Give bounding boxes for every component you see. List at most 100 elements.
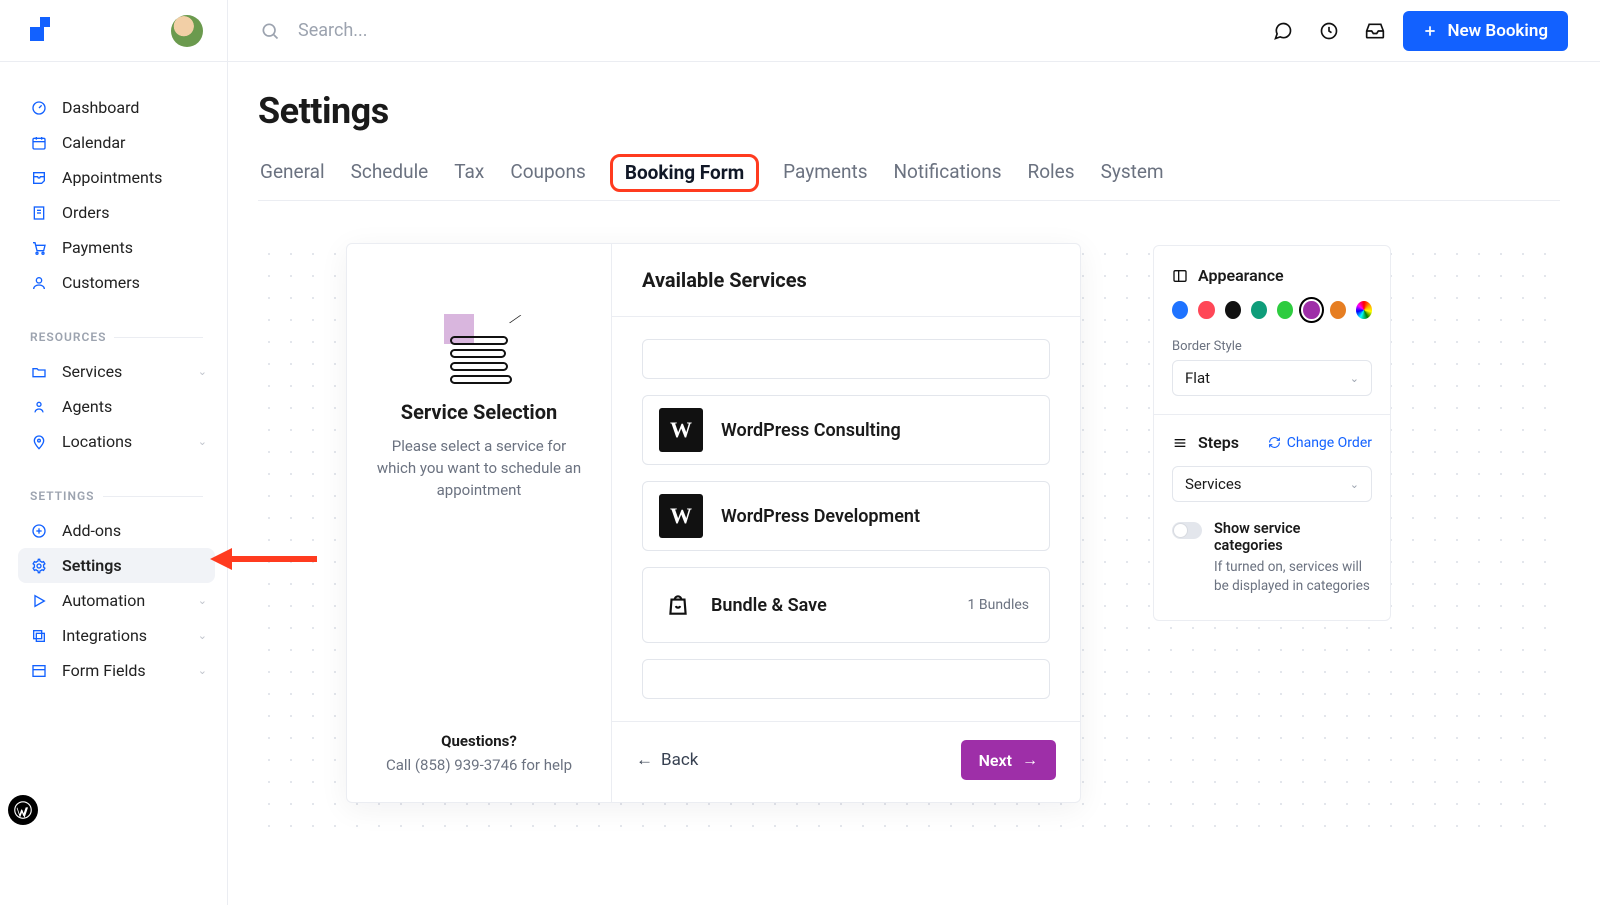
appearance-panel: Appearance Border Style Flat ⌄ Steps [1153, 245, 1391, 621]
sidebar-item-customers[interactable]: Customers [18, 265, 215, 300]
sidebar-item-settings[interactable]: Settings [18, 548, 215, 583]
sidebar-item-payments[interactable]: Payments [18, 230, 215, 265]
layout-icon [30, 662, 48, 680]
folder-icon [30, 363, 48, 381]
sidebar-item-label: Customers [62, 273, 140, 292]
agent-icon [30, 398, 48, 416]
sidebar-item-label: Calendar [62, 133, 125, 152]
receipt-icon [30, 204, 48, 222]
color-swatch[interactable] [1251, 301, 1267, 319]
chevron-down-icon: ⌄ [198, 664, 207, 677]
services-list: W WordPress Consulting W WordPress Devel… [612, 317, 1080, 721]
steps-value: Services [1185, 475, 1242, 493]
back-button[interactable]: ← Back [636, 750, 698, 770]
change-order-link[interactable]: Change Order [1268, 435, 1372, 451]
tab-schedule[interactable]: Schedule [349, 154, 431, 200]
play-icon [30, 592, 48, 610]
wordpress-badge-icon[interactable] [8, 795, 38, 825]
sidebar-item-dashboard[interactable]: Dashboard [18, 90, 215, 125]
booking-form-preview: ⟋ Service Selection Please select a serv… [346, 243, 1081, 803]
border-style-value: Flat [1185, 369, 1210, 387]
bundle-meta: 1 Bundles [968, 597, 1029, 613]
sidebar-item-automation[interactable]: Automation ⌄ [18, 583, 215, 618]
inbox-icon [30, 169, 48, 187]
color-swatch[interactable] [1356, 301, 1372, 319]
arrow-right-icon: → [1022, 750, 1038, 770]
tab-payments[interactable]: Payments [781, 154, 869, 200]
header-left [0, 0, 228, 61]
refresh-icon [1268, 436, 1281, 449]
color-swatch[interactable] [1277, 301, 1293, 319]
color-swatch[interactable] [1198, 301, 1214, 319]
search-icon [260, 21, 280, 41]
sidebar-item-label: Agents [62, 397, 112, 416]
color-swatch[interactable] [1303, 301, 1319, 319]
search-input[interactable] [298, 20, 698, 41]
service-item[interactable]: W WordPress Consulting [642, 395, 1050, 465]
nav-resources: RESOURCES Services ⌄ Agents Locations ⌄ [18, 322, 215, 459]
sidebar-item-calendar[interactable]: Calendar [18, 125, 215, 160]
border-style-select[interactable]: Flat ⌄ [1172, 360, 1372, 396]
chevron-down-icon: ⌄ [198, 365, 207, 378]
sidebar-item-form-fields[interactable]: Form Fields ⌄ [18, 653, 215, 688]
color-swatches [1172, 301, 1372, 319]
card-left-desc: Please select a service for which you wa… [375, 436, 583, 501]
next-button[interactable]: Next → [961, 740, 1056, 780]
show-categories-toggle[interactable] [1172, 522, 1202, 539]
steps-select[interactable]: Services ⌄ [1172, 466, 1372, 502]
tab-coupons[interactable]: Coupons [508, 154, 587, 200]
color-swatch[interactable] [1172, 301, 1188, 319]
gauge-icon [30, 99, 48, 117]
arrow-left-icon: ← [636, 750, 653, 770]
list-icon [1172, 435, 1188, 451]
plus-icon [1423, 24, 1437, 38]
sidebar-item-appointments[interactable]: Appointments [18, 160, 215, 195]
inbox-icon[interactable] [1357, 13, 1393, 49]
tab-general[interactable]: General [258, 154, 327, 200]
card-left: ⟋ Service Selection Please select a serv… [347, 244, 612, 802]
sidebar: Dashboard Calendar Appointments Orders P… [0, 62, 228, 905]
sidebar-item-services[interactable]: Services ⌄ [18, 354, 215, 389]
clock-icon[interactable] [1311, 13, 1347, 49]
service-logo-icon: W [659, 494, 703, 538]
border-style-label: Border Style [1172, 339, 1372, 354]
help-line: Call (858) 939-3746 for help [386, 756, 572, 774]
copy-icon [30, 627, 48, 645]
service-item[interactable]: W WordPress Development [642, 481, 1050, 551]
app-logo[interactable] [24, 17, 52, 45]
search-wrap [260, 20, 698, 41]
questions-label: Questions? [441, 582, 517, 750]
divider [1154, 414, 1390, 415]
sidebar-item-add-ons[interactable]: Add-ons [18, 513, 215, 548]
sidebar-item-locations[interactable]: Locations ⌄ [18, 424, 215, 459]
service-slot-empty[interactable] [642, 339, 1050, 379]
layout-icon [1172, 268, 1188, 284]
tab-booking-form[interactable]: Booking Form [610, 154, 759, 192]
color-swatch[interactable] [1330, 301, 1346, 319]
new-booking-button[interactable]: New Booking [1403, 11, 1568, 51]
tab-notifications[interactable]: Notifications [892, 154, 1004, 200]
tab-tax[interactable]: Tax [452, 154, 486, 200]
sidebar-item-label: Automation [62, 591, 145, 610]
pin-icon [30, 433, 48, 451]
chat-icon[interactable] [1265, 13, 1301, 49]
app-header: New Booking [0, 0, 1600, 62]
sidebar-item-orders[interactable]: Orders [18, 195, 215, 230]
steps-heading: Steps [1172, 433, 1239, 452]
sidebar-item-agents[interactable]: Agents [18, 389, 215, 424]
nav-settings: SETTINGS Add-ons Settings Automation ⌄ I… [18, 481, 215, 688]
color-swatch[interactable] [1225, 301, 1241, 319]
back-label: Back [661, 750, 698, 770]
bundle-item[interactable]: Bundle & Save 1 Bundles [642, 567, 1050, 643]
tab-roles[interactable]: Roles [1026, 154, 1077, 200]
avatar[interactable] [171, 15, 203, 47]
header-actions: New Booking [1265, 11, 1568, 51]
service-slot-empty[interactable] [642, 659, 1050, 699]
sidebar-item-label: Integrations [62, 626, 147, 645]
appearance-title-text: Appearance [1198, 266, 1284, 285]
sidebar-item-integrations[interactable]: Integrations ⌄ [18, 618, 215, 653]
tab-system[interactable]: System [1099, 154, 1166, 200]
service-name: WordPress Consulting [721, 420, 1033, 441]
bag-icon [663, 590, 693, 620]
sidebar-item-label: Form Fields [62, 661, 146, 680]
